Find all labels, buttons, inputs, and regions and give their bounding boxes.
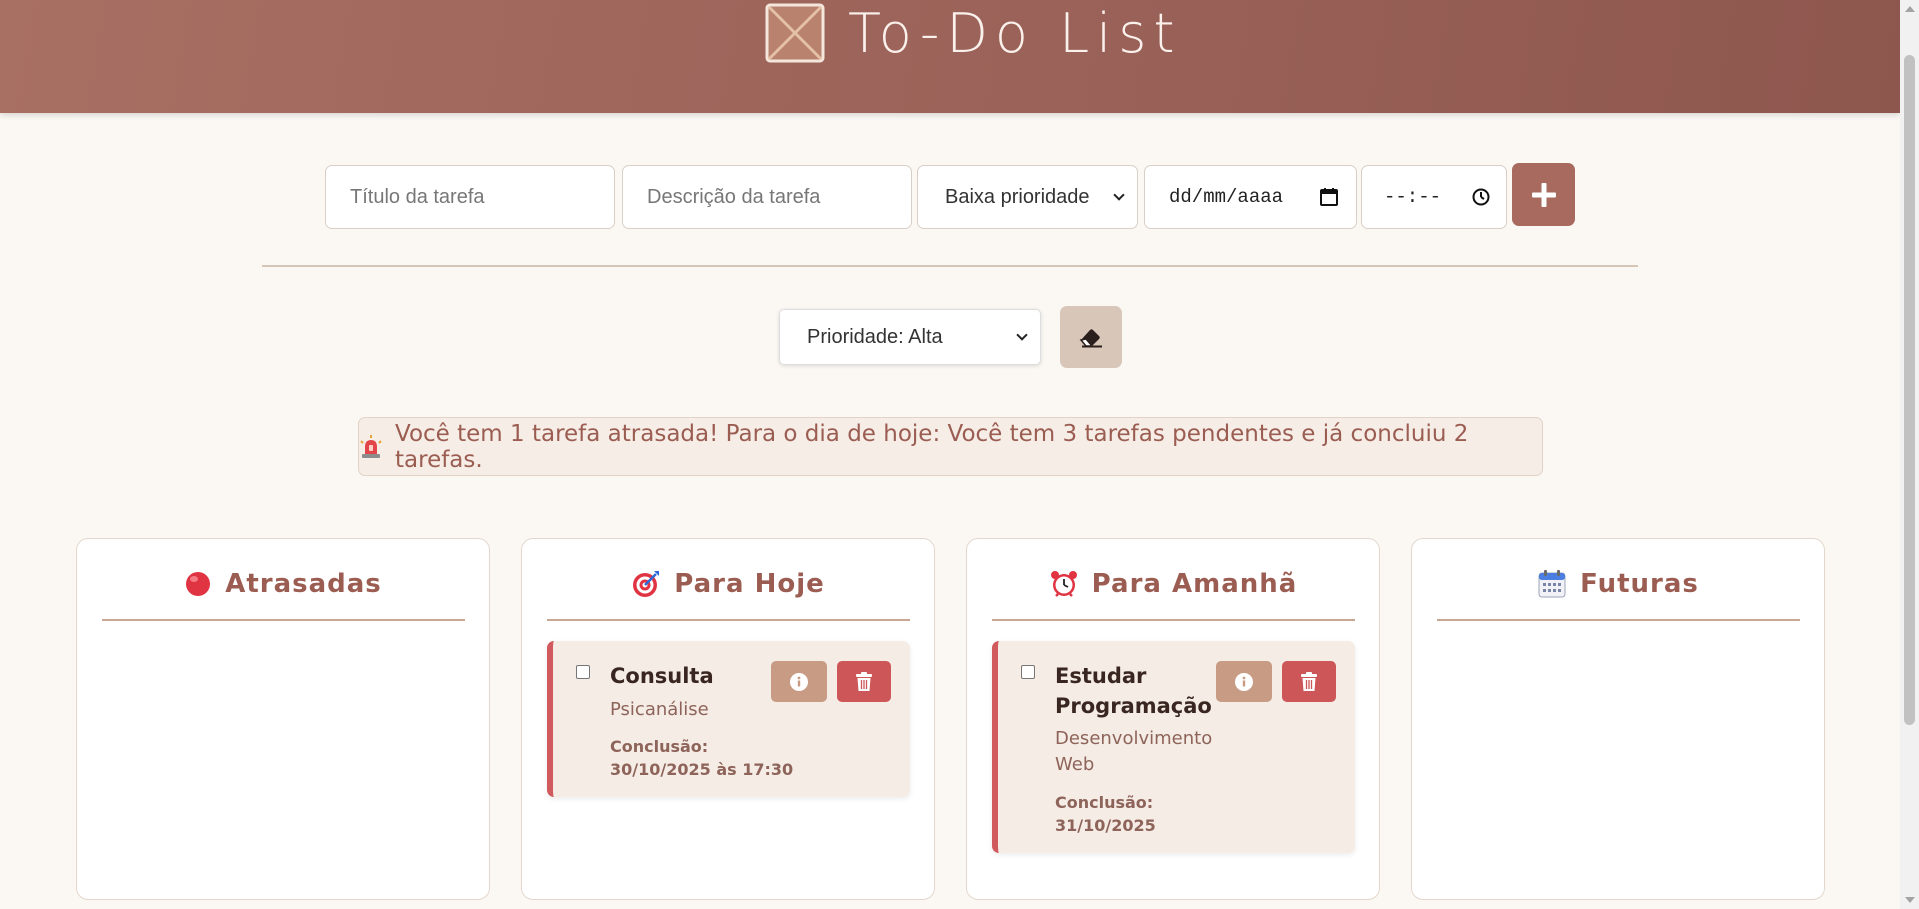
add-task-button[interactable] [1512,163,1575,226]
task-conclusion-label: Conclusão: [610,737,709,756]
column-futuras: Futuras [1411,538,1825,900]
column-title: Futuras [1580,569,1699,599]
alarm-clock-icon [1050,571,1077,597]
trash-icon [856,671,872,691]
priority-filter-select[interactable]: Prioridade: Alta [779,309,1041,365]
column-divider [1437,619,1800,621]
column-divider [102,619,465,621]
column-para-amanha: Para Amanhã Estudar Programação Desenvol… [966,538,1380,900]
red-circle-icon [186,572,211,596]
task-card[interactable]: Consulta Psicanálise Conclusão: 30/10/20… [547,641,910,797]
task-delete-button[interactable] [837,661,891,702]
info-icon [790,672,808,691]
app-header: To-Do List [0,0,1900,113]
scroll-down-arrow-icon[interactable] [1905,897,1915,903]
column-header: Atrasadas [102,567,465,601]
chevron-down-icon [1113,189,1125,201]
target-icon [633,571,660,597]
column-divider [992,619,1355,621]
task-complete-checkbox[interactable] [576,665,590,679]
date-input-placeholder: dd/mm/aaaa [1169,186,1284,208]
calendar-icon [1538,570,1566,598]
task-title: Consulta [610,664,714,688]
task-description: Psicanálise [610,699,709,720]
clear-filter-button[interactable] [1060,306,1122,368]
siren-icon [359,434,383,459]
task-conclusion-date: 31/10/2025 [1055,816,1156,835]
info-icon [1235,672,1253,691]
task-description: Desenvolvimento Web [1055,728,1213,775]
column-header: Para Hoje [547,567,910,601]
column-atrasadas: Atrasadas [76,538,490,900]
trash-icon [1301,671,1317,691]
column-title: Para Hoje [674,569,825,599]
task-complete-checkbox[interactable] [1021,665,1035,679]
time-input[interactable]: --:-- [1361,165,1507,229]
page-scrollbar[interactable] [1900,0,1919,909]
task-delete-button[interactable] [1282,661,1336,702]
plus-icon [1531,182,1556,207]
status-alert: Você tem 1 tarefa atrasada! Para o dia d… [358,417,1543,476]
calendar-picker-icon[interactable] [1320,188,1338,206]
task-description-placeholder: Descrição da tarefa [647,185,821,208]
column-header: Para Amanhã [992,567,1355,601]
column-divider [547,619,910,621]
priority-select-value: Baixa prioridade [945,185,1090,208]
task-title-input[interactable]: Título da tarefa [325,165,615,229]
eraser-icon [1079,329,1102,348]
task-info-button[interactable] [771,661,827,702]
column-para-hoje: Para Hoje Consulta Psicanálise Conclusão… [521,538,935,900]
task-card[interactable]: Estudar Programação Desenvolvimento Web … [992,641,1355,853]
clock-picker-icon[interactable] [1472,188,1490,206]
section-divider [262,265,1638,267]
task-info-button[interactable] [1216,661,1272,702]
time-input-placeholder: --:-- [1384,186,1442,208]
task-title: Estudar Programação [1055,664,1212,718]
task-conclusion-label: Conclusão: [1055,793,1154,812]
task-conclusion-date: 30/10/2025 às 17:30 [610,760,794,779]
task-title-placeholder: Título da tarefa [350,185,485,208]
app-title: To-Do List [848,2,1182,65]
priority-select[interactable]: Baixa prioridade [917,165,1138,229]
column-title: Atrasadas [225,569,382,599]
date-input[interactable]: dd/mm/aaaa [1144,165,1357,229]
scroll-thumb[interactable] [1904,55,1915,725]
scroll-up-arrow-icon[interactable] [1905,6,1915,12]
column-header: Futuras [1437,567,1800,601]
chevron-down-icon [1016,329,1028,341]
task-description-input[interactable]: Descrição da tarefa [622,165,912,229]
checkbox-x-icon [765,3,825,63]
column-title: Para Amanhã [1091,569,1298,599]
alert-text: Você tem 1 tarefa atrasada! Para o dia d… [395,420,1469,473]
priority-filter-value: Prioridade: Alta [807,325,943,348]
